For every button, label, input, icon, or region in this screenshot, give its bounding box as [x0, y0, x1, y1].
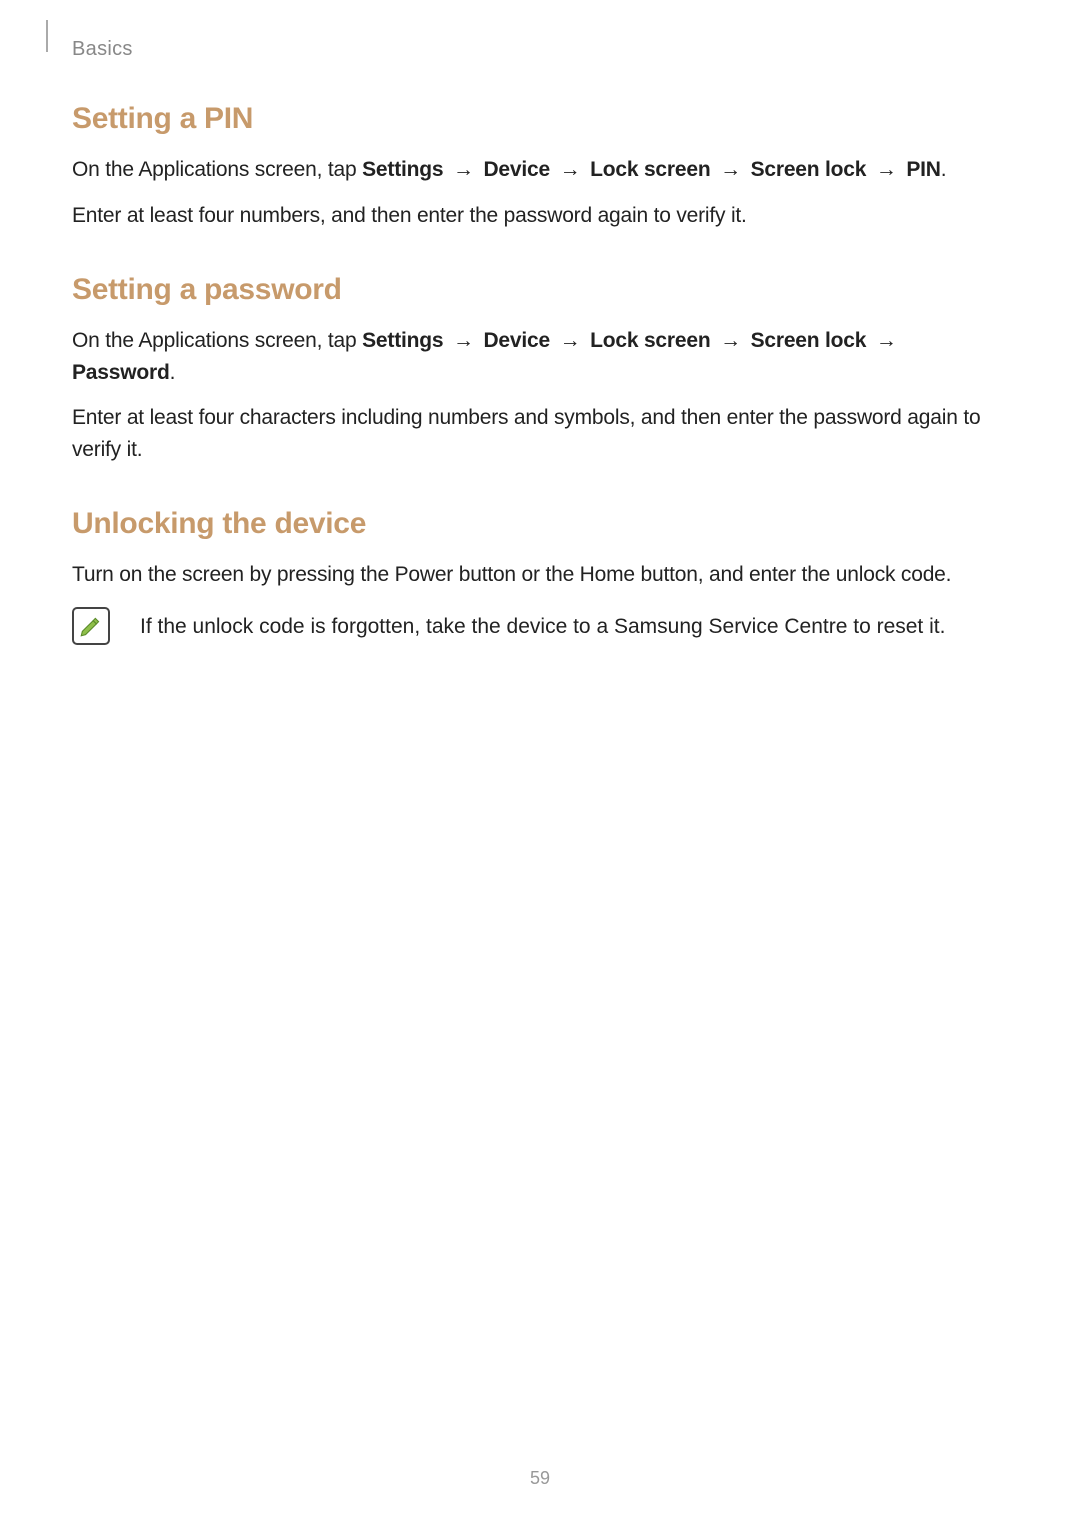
text: On the Applications screen, tap: [72, 158, 362, 181]
path-step: Device: [483, 329, 550, 352]
page-content: Setting a PIN On the Applications screen…: [72, 102, 1008, 645]
path-step: Lock screen: [590, 158, 710, 181]
arrow-icon: →: [716, 154, 745, 186]
path-step: Settings: [362, 329, 443, 352]
arrow-icon: →: [556, 325, 585, 357]
path-step: Lock screen: [590, 329, 710, 352]
note-text: If the unlock code is forgotten, take th…: [140, 611, 945, 643]
unlock-instruction: Turn on the screen by pressing the Power…: [72, 559, 1008, 591]
heading-setting-pin: Setting a PIN: [72, 102, 1008, 136]
pin-instruction-verify: Enter at least four numbers, and then en…: [72, 200, 1008, 232]
password-instruction-path: On the Applications screen, tap Settings…: [72, 325, 1008, 388]
path-step: Screen lock: [751, 158, 867, 181]
path-step: Password: [72, 361, 170, 384]
path-step: Screen lock: [751, 329, 867, 352]
breadcrumb: Basics: [72, 38, 133, 61]
pencil-note-icon: [78, 613, 104, 639]
page-number: 59: [0, 1468, 1080, 1489]
path-step: PIN: [906, 158, 940, 181]
arrow-icon: →: [872, 154, 901, 186]
note-icon: [72, 607, 110, 645]
arrow-icon: →: [716, 325, 745, 357]
pin-instruction-path: On the Applications screen, tap Settings…: [72, 154, 1008, 186]
heading-unlocking-device: Unlocking the device: [72, 507, 1008, 541]
path-step: Settings: [362, 158, 443, 181]
text: .: [170, 361, 176, 384]
header-rule: [46, 20, 48, 52]
arrow-icon: →: [449, 325, 478, 357]
note-callout: If the unlock code is forgotten, take th…: [72, 605, 1008, 645]
text: .: [941, 158, 947, 181]
arrow-icon: →: [449, 154, 478, 186]
heading-setting-password: Setting a password: [72, 273, 1008, 307]
password-instruction-verify: Enter at least four characters including…: [72, 402, 1008, 465]
arrow-icon: →: [872, 325, 901, 357]
text: On the Applications screen, tap: [72, 329, 362, 352]
arrow-icon: →: [556, 154, 585, 186]
path-step: Device: [483, 158, 550, 181]
